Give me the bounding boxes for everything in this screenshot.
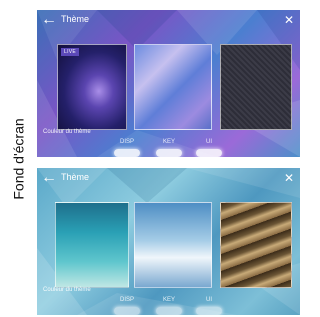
- theme-tabs: DISP KEY UI: [37, 294, 300, 315]
- tab-ui-indicator: [196, 149, 222, 157]
- close-icon[interactable]: ✕: [282, 169, 296, 187]
- wallpaper-thumb-crystal[interactable]: [134, 44, 212, 130]
- tab-disp[interactable]: DISP: [107, 297, 147, 303]
- close-icon[interactable]: ✕: [282, 11, 296, 29]
- tab-key[interactable]: KEY: [149, 139, 189, 145]
- wallpaper-thumb-underwater[interactable]: [55, 202, 129, 288]
- page-title: Thème: [61, 172, 90, 182]
- tab-ui[interactable]: UI: [189, 139, 229, 145]
- back-arrow-icon[interactable]: ←: [41, 169, 57, 187]
- theme-screen-live: ← Thème ✕ LIVE Couleur du thème DISP KEY…: [37, 10, 300, 157]
- theme-tabs: DISP KEY UI: [37, 136, 300, 157]
- title-bar: ← Thème ✕: [37, 168, 300, 188]
- tab-ui-indicator: [196, 307, 222, 315]
- theme-color-label: Couleur du thème: [43, 287, 91, 293]
- theme-color-label: Couleur du thème: [43, 129, 91, 135]
- live-badge: LIVE: [61, 48, 80, 56]
- tab-key[interactable]: KEY: [149, 297, 189, 303]
- tab-disp[interactable]: DISP: [107, 139, 147, 145]
- wallpaper-side-label: Fond d'écran: [2, 0, 36, 317]
- wallpaper-thumb-desert[interactable]: [220, 202, 292, 288]
- tab-disp-indicator: [114, 149, 140, 157]
- wallpaper-thumb-nebula[interactable]: LIVE: [57, 44, 127, 130]
- tab-key-indicator: [156, 149, 182, 157]
- tab-ui[interactable]: UI: [189, 297, 229, 303]
- back-arrow-icon[interactable]: ←: [41, 11, 57, 29]
- tab-disp-indicator: [114, 307, 140, 315]
- theme-screen-photo: ← Thème ✕ Couleur du thème DISP KEY UI: [37, 168, 300, 315]
- page-title: Thème: [61, 14, 90, 24]
- wallpaper-thumb-clouds[interactable]: [134, 202, 212, 288]
- title-bar: ← Thème ✕: [37, 10, 300, 30]
- tab-key-indicator: [156, 307, 182, 315]
- side-label-text: Fond d'écran: [11, 117, 27, 200]
- wallpaper-thumb-dark-mesh[interactable]: [220, 44, 292, 130]
